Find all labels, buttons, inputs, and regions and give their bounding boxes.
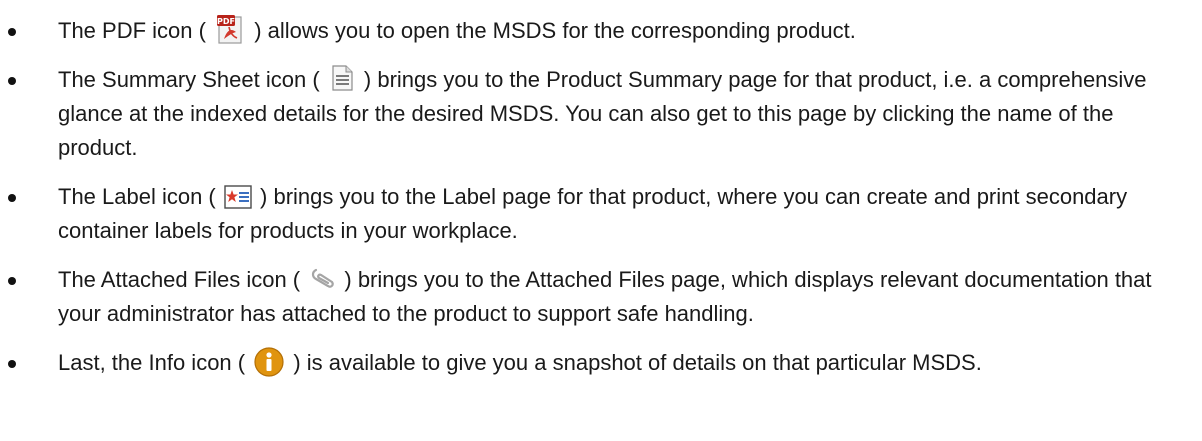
list-item-text-before: The PDF icon ( (58, 18, 206, 43)
bullet-dot (8, 77, 16, 85)
list-item-text-before: The Attached Files icon ( (58, 267, 301, 292)
document-page: The PDF icon ( PDF ) allows you to open … (0, 14, 1202, 441)
label-icon (224, 185, 252, 209)
info-icon (253, 346, 285, 378)
list-item-summary-sheet: The Summary Sheet icon ( ) brings you to… (0, 63, 1202, 165)
list-item-pdf: The PDF icon ( PDF ) allows you to open … (0, 14, 1202, 48)
list-item-label: The Label icon ( ) brings you to the Lab… (0, 180, 1202, 248)
bullet-dot (8, 277, 16, 285)
bullet-dot (8, 28, 16, 36)
bullet-dot (8, 194, 16, 202)
pdf-icon: PDF (214, 14, 246, 46)
icon-help-list: The PDF icon ( PDF ) allows you to open … (0, 14, 1202, 380)
bullet-dot (8, 360, 16, 368)
list-item-text-before: The Summary Sheet icon ( (58, 67, 320, 92)
list-item-text-before: Last, the Info icon ( (58, 350, 246, 375)
summary-sheet-icon (328, 64, 356, 92)
list-item-attached-files: The Attached Files icon ( ) brings you t… (0, 263, 1202, 331)
list-item-info: Last, the Info icon ( ) is available to … (0, 346, 1202, 380)
list-item-text-after: ) allows you to open the MSDS for the co… (254, 18, 856, 43)
list-item-text-before: The Label icon ( (58, 184, 216, 209)
list-item-text-after: ) is available to give you a snapshot of… (293, 350, 982, 375)
paperclip-icon (308, 266, 336, 292)
list-item-text-after: ) brings you to the Label page for that … (58, 184, 1128, 243)
svg-text:PDF: PDF (217, 17, 235, 26)
